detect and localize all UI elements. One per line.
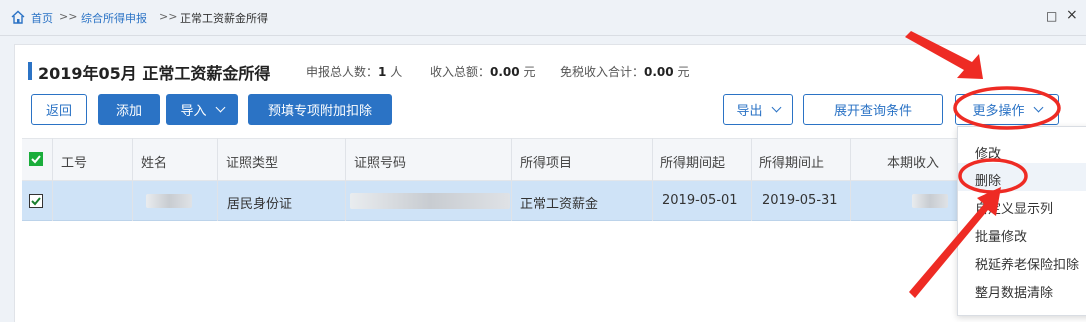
chevron-down-icon — [1033, 102, 1043, 113]
column-header-id-type[interactable]: 证照类型 — [226, 152, 278, 171]
cell-period-end: 2019-05-31 — [762, 193, 838, 208]
redacted-id-number — [350, 193, 510, 209]
redacted-income — [912, 194, 948, 208]
close-button[interactable]: × — [1066, 7, 1078, 23]
title-accent-bar — [28, 62, 32, 80]
more-actions-button[interactable]: 更多操作 — [955, 94, 1059, 125]
column-divider — [345, 138, 346, 221]
column-divider — [52, 138, 53, 221]
column-divider — [511, 138, 512, 221]
select-all-checkbox[interactable] — [29, 152, 43, 166]
expand-query-button[interactable]: 展开查询条件 — [803, 94, 943, 125]
column-header-name[interactable]: 姓名 — [141, 152, 167, 171]
column-header-employee-id[interactable]: 工号 — [61, 152, 87, 171]
cell-period-start: 2019-05-01 — [662, 193, 738, 208]
count-stat: 申报总人数：1 人 — [306, 65, 403, 79]
breadcrumb-separator: >> — [59, 10, 78, 23]
taxfree-stat: 免税收入合计：0.00 元 — [560, 65, 690, 79]
add-button[interactable]: 添加 — [98, 94, 160, 125]
page-title: 2019年05月 正常工资薪金所得 — [38, 64, 271, 83]
breadcrumb-home[interactable]: 首页 — [31, 10, 53, 26]
column-divider — [751, 138, 752, 221]
breadcrumb-declare[interactable]: 综合所得申报 — [81, 10, 147, 26]
prefill-deduction-button[interactable]: 预填专项附加扣除 — [248, 94, 392, 125]
menu-item-delete[interactable]: 删除 — [975, 170, 1001, 189]
column-header-income-item[interactable]: 所得项目 — [520, 152, 572, 171]
column-header-period-start[interactable]: 所得期间起 — [660, 152, 725, 171]
top-bar: 首页 >> 综合所得申报 >> 正常工资薪金所得 □ × — [0, 0, 1086, 36]
column-divider — [850, 138, 851, 221]
chevron-down-icon — [215, 102, 225, 113]
row-checkbox[interactable] — [29, 194, 43, 208]
back-button[interactable]: 返回 — [31, 94, 87, 125]
home-icon[interactable] — [10, 9, 26, 25]
column-header-period-end[interactable]: 所得期间止 — [759, 152, 824, 171]
column-divider — [217, 138, 218, 221]
menu-item-batch-edit[interactable]: 批量修改 — [975, 226, 1027, 245]
export-button[interactable]: 导出 — [723, 94, 793, 125]
column-header-current-income[interactable]: 本期收入 — [887, 152, 939, 171]
redacted-name — [146, 194, 192, 208]
column-divider — [132, 138, 133, 221]
breadcrumb-current: 正常工资薪金所得 — [180, 12, 268, 25]
menu-item-clear-month[interactable]: 整月数据清除 — [975, 282, 1053, 301]
column-divider — [652, 138, 653, 221]
chevron-down-icon — [771, 102, 781, 113]
restore-button[interactable]: □ — [1046, 9, 1057, 23]
menu-item-pension-deduction[interactable]: 税延养老保险扣除 — [975, 254, 1079, 273]
menu-item-edit[interactable]: 修改 — [975, 143, 1001, 162]
column-header-id-number[interactable]: 证照号码 — [354, 152, 406, 171]
menu-item-custom-columns[interactable]: 自定义显示列 — [975, 198, 1053, 217]
cell-id-type: 居民身份证 — [227, 197, 293, 212]
income-stat: 收入总额：0.00 元 — [430, 65, 536, 79]
cell-income-item: 正常工资薪金 — [520, 197, 599, 212]
import-button[interactable]: 导入 — [166, 94, 238, 125]
breadcrumb-separator: >> — [159, 10, 178, 23]
